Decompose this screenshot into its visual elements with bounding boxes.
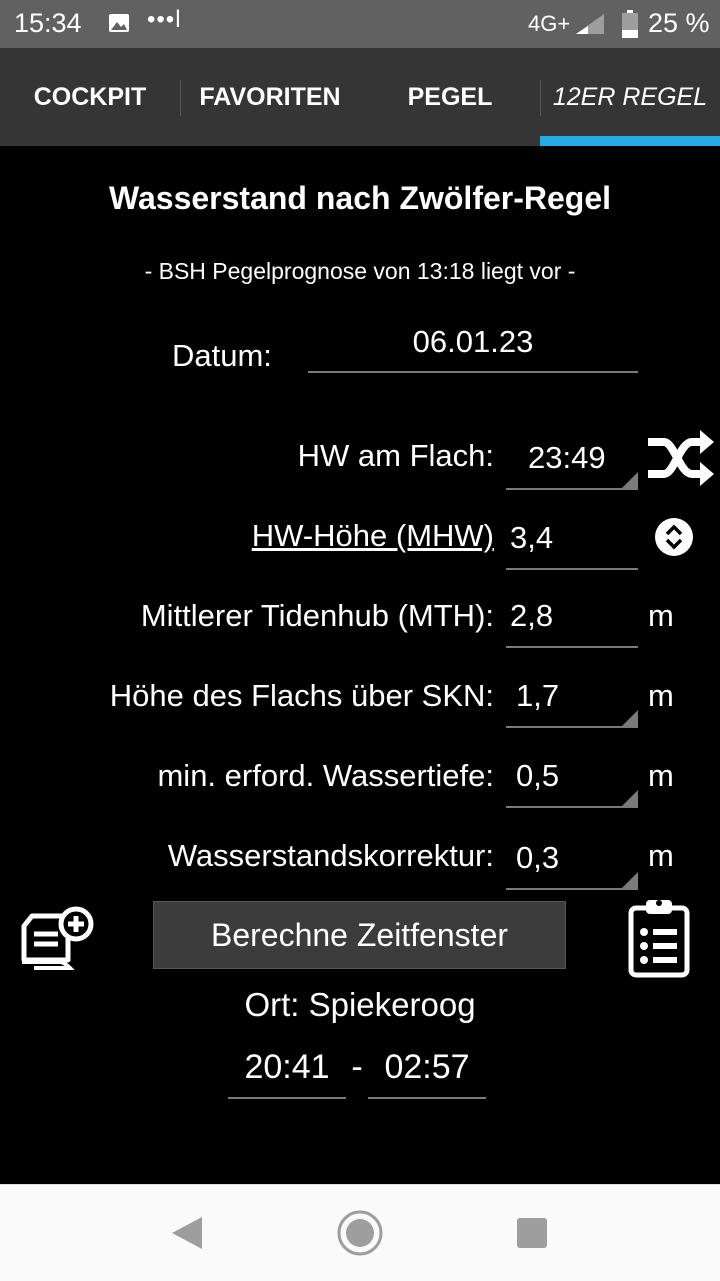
battery-icon xyxy=(622,10,638,38)
page-title: Wasserstand nach Zwölfer-Regel xyxy=(108,180,612,216)
back-icon[interactable] xyxy=(170,1215,204,1251)
recents-icon[interactable] xyxy=(516,1217,548,1249)
tab-pegel[interactable]: PEGEL xyxy=(360,48,540,146)
status-bar: 15:34 •••l 4G+ 25 % xyxy=(0,0,720,48)
correction-label: Wasserstandskorrektur: xyxy=(167,838,494,873)
window-end-underline xyxy=(368,1097,486,1099)
tab-bar: COCKPIT FAVORITEN PEGEL 12ER REGEL xyxy=(0,48,720,146)
hw-height-link[interactable]: HW-Höhe (MHW) xyxy=(0,518,494,554)
up-down-icon[interactable] xyxy=(654,517,694,557)
hw-time-underline xyxy=(506,488,638,490)
depth-label: min. erford. Wassertiefe: xyxy=(157,758,494,793)
correction-spinner[interactable]: 0,3 xyxy=(516,840,559,876)
flach-spinner[interactable]: 1,7 xyxy=(516,678,559,714)
shuffle-icon[interactable] xyxy=(644,428,716,488)
calculate-window-button[interactable]: Berechne Zeitfenster xyxy=(153,901,566,969)
flach-underline xyxy=(506,726,638,728)
status-time: 15:34 xyxy=(14,8,82,38)
correction-unit: m xyxy=(648,838,674,873)
flach-label: Höhe des Flachs über SKN: xyxy=(109,678,494,713)
clipboard-list-icon[interactable] xyxy=(628,896,690,978)
navigation-bar xyxy=(0,1184,720,1281)
spinner-corner-icon xyxy=(622,472,638,488)
home-icon[interactable] xyxy=(336,1209,384,1257)
tab-12er-regel[interactable]: 12ER REGEL xyxy=(540,48,720,146)
spinner-corner-icon xyxy=(622,872,638,888)
date-field[interactable]: 06.01.23 xyxy=(308,324,638,360)
date-field-underline xyxy=(308,371,638,373)
window-separator: - xyxy=(351,1048,363,1086)
depth-underline xyxy=(506,806,638,808)
mth-underline xyxy=(506,646,638,648)
forecast-subtitle: - BSH Pegelprognose von 13:18 liegt vor … xyxy=(144,258,576,284)
depth-spinner[interactable]: 0,5 xyxy=(516,758,559,794)
network-type: 4G+ xyxy=(528,11,571,36)
image-notification-icon xyxy=(109,14,129,32)
note-add-icon[interactable] xyxy=(20,906,94,970)
hw-time-label: HW am Flach: xyxy=(297,438,494,473)
spinner-corner-icon xyxy=(622,710,638,726)
location-label: Ort: Spiekeroog xyxy=(244,986,476,1023)
tab-favoriten[interactable]: FAVORITEN xyxy=(180,48,360,146)
hw-height-underline xyxy=(506,568,638,570)
mth-field[interactable]: 2,8 xyxy=(510,598,553,634)
mth-label: Mittlerer Tidenhub (MTH): xyxy=(140,598,494,633)
date-label: Datum: xyxy=(172,338,272,373)
signal-icon xyxy=(576,14,604,34)
hw-time-spinner[interactable]: 23:49 xyxy=(528,440,606,476)
more-notifications-icon: •••l xyxy=(147,6,182,33)
tab-cockpit[interactable]: COCKPIT xyxy=(0,48,180,146)
window-start-underline xyxy=(228,1097,346,1099)
battery-percent: 25 % xyxy=(648,8,710,38)
active-tab-indicator xyxy=(540,136,720,146)
mth-unit: m xyxy=(648,598,674,633)
flach-unit: m xyxy=(648,678,674,713)
spinner-corner-icon xyxy=(622,790,638,806)
depth-unit: m xyxy=(648,758,674,793)
correction-underline xyxy=(506,888,638,890)
hw-height-field[interactable]: 3,4 xyxy=(510,520,553,556)
window-start-time: 20:41 xyxy=(244,1048,330,1086)
window-end-time: 02:57 xyxy=(384,1048,470,1086)
